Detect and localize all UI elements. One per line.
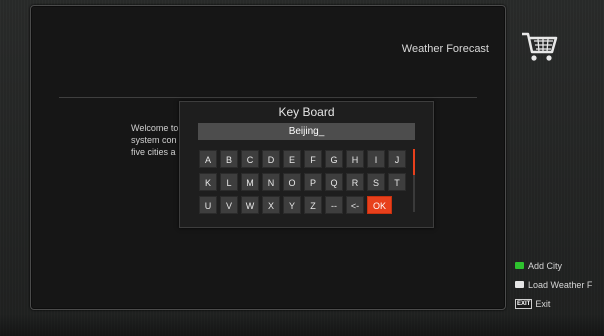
page-title: Weather Forecast — [401, 43, 489, 55]
bottom-bar — [0, 314, 604, 336]
ok-button[interactable]: OK — [367, 196, 392, 214]
legend-add-city-label: Add City — [528, 260, 563, 271]
keyboard-key[interactable]: <- — [346, 196, 364, 214]
legend: Add City Load Weather F EXIT Exit — [515, 256, 592, 313]
keyboard-input-field[interactable]: Beijing_ — [198, 123, 415, 140]
keyboard-title: Key Board — [278, 105, 335, 119]
keyboard-key[interactable]: G — [325, 150, 343, 168]
white-key-icon — [515, 281, 524, 288]
keyboard-key[interactable]: A — [199, 150, 217, 168]
keyboard-key[interactable]: X — [262, 196, 280, 214]
keyboard-key[interactable]: -- — [325, 196, 343, 214]
title-divider — [59, 97, 477, 98]
keyboard-key[interactable]: B — [220, 150, 238, 168]
keyboard-key[interactable]: V — [220, 196, 238, 214]
shopping-cart-icon — [522, 32, 558, 61]
legend-load-weather-label: Load Weather F — [528, 279, 593, 290]
keyboard-key[interactable]: Q — [325, 173, 343, 191]
keyboard-key[interactable]: D — [262, 150, 280, 168]
keyboard-key[interactable]: H — [346, 150, 364, 168]
keyboard-key[interactable]: Z — [304, 196, 322, 214]
keyboard-key[interactable]: U — [199, 196, 217, 214]
keyboard-key[interactable]: J — [388, 150, 406, 168]
keyboard-key[interactable]: S — [367, 173, 385, 191]
legend-add-city[interactable]: Add City — [515, 256, 592, 275]
keyboard-key[interactable]: I — [367, 150, 385, 168]
keyboard-key[interactable]: C — [241, 150, 259, 168]
keyboard-keys: A B C D E F G H I J K L M N O P Q R S T U V W X Y Z -- <- OK — [199, 150, 406, 214]
keyboard-key[interactable]: E — [283, 150, 301, 168]
keyboard-key[interactable]: O — [283, 173, 301, 191]
keyboard-key[interactable]: F — [304, 150, 322, 168]
keyboard-key[interactable]: M — [241, 173, 259, 191]
green-key-icon — [515, 262, 524, 269]
keyboard-key[interactable]: R — [346, 173, 364, 191]
keyboard-key[interactable]: T — [388, 173, 406, 191]
keyboard-key[interactable]: W — [241, 196, 259, 214]
legend-load-weather[interactable]: Load Weather F — [515, 275, 592, 294]
exit-key-icon: EXIT — [515, 298, 533, 309]
keyboard-key[interactable]: P — [304, 173, 322, 191]
legend-exit-label: Exit — [535, 298, 551, 309]
keyboard-dialog: Key Board Beijing_ ABCDEFGHIJ KLMNOPQRST U… — [179, 101, 434, 228]
keyboard-key[interactable]: N — [262, 173, 280, 191]
legend-exit[interactable]: EXIT Exit — [515, 294, 592, 313]
keyboard-key[interactable]: L — [220, 173, 238, 191]
keyboard-key[interactable]: K — [199, 173, 217, 191]
keyboard-key[interactable]: Y — [283, 196, 301, 214]
keyboard-scrollbar[interactable] — [413, 149, 415, 212]
keyboard-scroll-thumb[interactable] — [413, 149, 415, 175]
